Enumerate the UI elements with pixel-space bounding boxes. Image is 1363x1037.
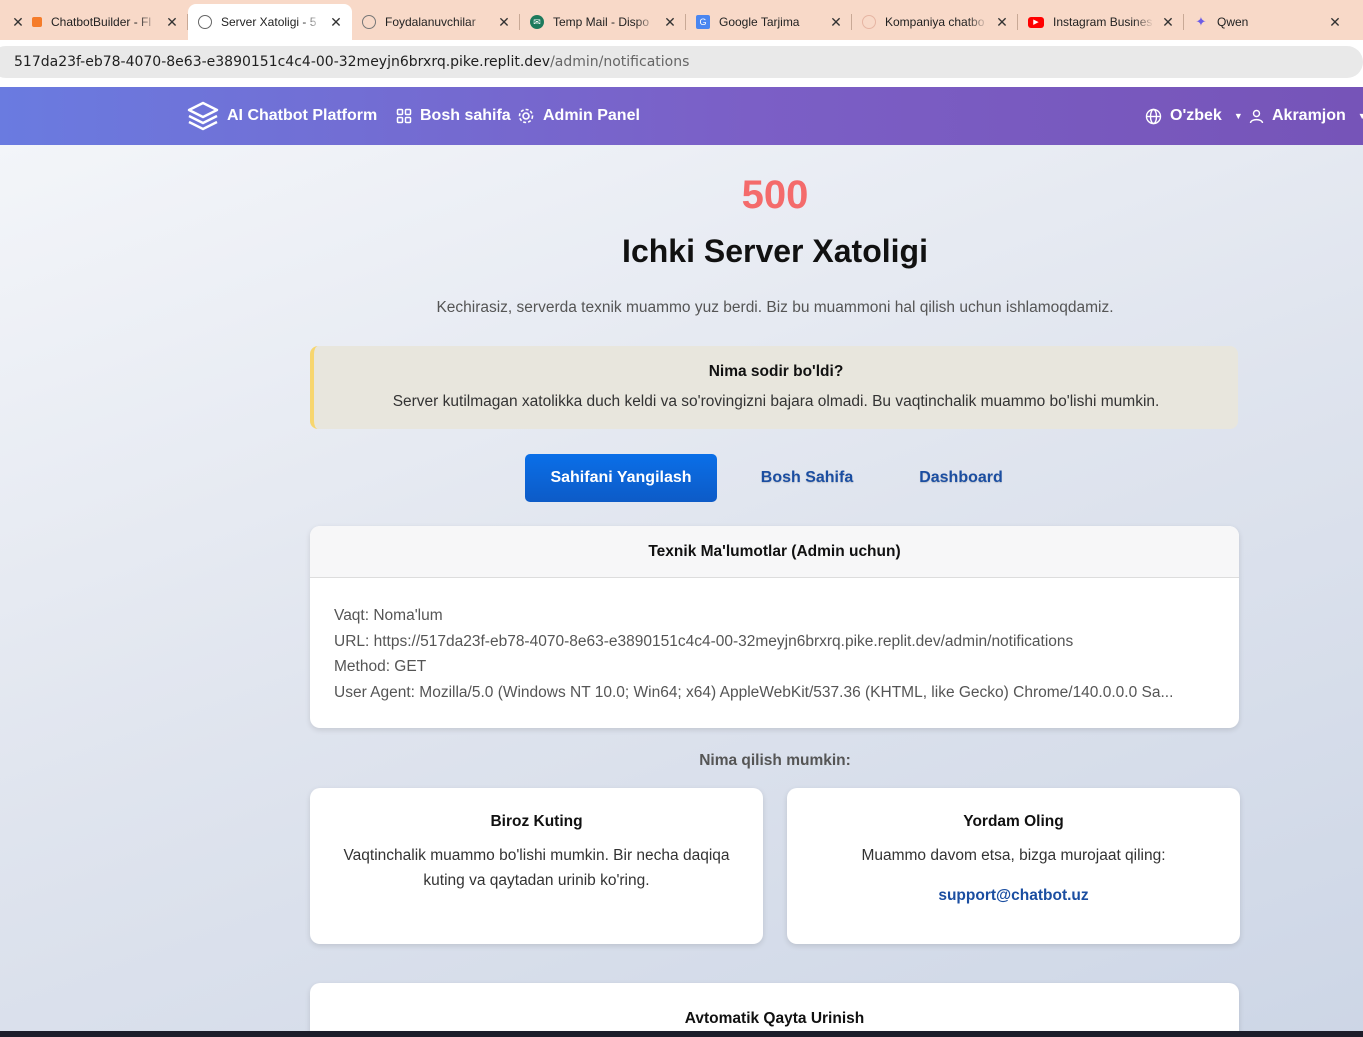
main-content: 500 Ichki Server Xatoligi Kechirasiz, se… <box>0 145 1363 1037</box>
url-path: /admin/notifications <box>550 54 690 70</box>
brand-link[interactable]: AI Chatbot Platform <box>187 87 377 145</box>
close-icon[interactable]: ✕ <box>1327 14 1343 31</box>
error-code: 500 <box>741 173 809 217</box>
gear-icon <box>518 108 534 124</box>
tech-user-agent: User Agent: Mozilla/5.0 (Windows NT 10.0… <box>334 684 1174 701</box>
tech-method: Method: GET <box>334 658 427 675</box>
google-translate-icon: G <box>696 15 710 29</box>
globe-icon <box>198 15 212 29</box>
browser-tab[interactable]: ChatbotBuilder - Fl ✕ <box>22 6 188 38</box>
technical-info-card: Texnik Ma'lumotlar (Admin uchun) Vaqt: N… <box>310 526 1239 728</box>
user-dropdown[interactable]: Akramjon ▼ <box>1249 87 1363 145</box>
browser-tab-active[interactable]: Server Xatoligi - 5 ✕ <box>188 4 352 40</box>
grid-icon <box>396 108 412 124</box>
app-navbar: AI Chatbot Platform Bosh sahifa Admin Pa… <box>0 87 1363 145</box>
alert-text: Server kutilmagan xatolikka duch keldi v… <box>392 393 1160 410</box>
tab-close-partial[interactable]: ✕ <box>0 6 24 38</box>
tab-title: Qwen <box>1217 15 1249 29</box>
youtube-icon: ▶ <box>1028 16 1044 28</box>
tab-title: Kompaniya chatbo <box>885 15 985 29</box>
close-icon[interactable]: ✕ <box>994 14 1010 31</box>
home-link-button[interactable]: Bosh Sahifa <box>740 454 874 502</box>
language-label: O'zbek <box>1170 107 1222 124</box>
browser-tab[interactable]: ✦ Qwen ✕ <box>1184 6 1351 38</box>
dashboard-link-button[interactable]: Dashboard <box>895 454 1027 502</box>
auto-retry-heading: Avtomatik Qayta Urinish <box>684 1010 865 1027</box>
reload-page-button[interactable]: Sahifani Yangilash <box>525 454 717 502</box>
alert-heading: Nima sodir bo'ldi? <box>708 363 844 380</box>
support-title: Yordam Oling <box>963 813 1064 830</box>
browser-tab[interactable]: ▶ Instagram Busines ✕ <box>1018 6 1184 38</box>
browser-tab[interactable]: G Google Tarjima ✕ <box>686 6 852 38</box>
error-description: Kechirasiz, serverda texnik muammo yuz b… <box>436 299 1114 316</box>
tab-title: ChatbotBuilder - Fl <box>51 15 152 29</box>
brand-name: AI Chatbot Platform <box>227 107 378 124</box>
tab-title: Google Tarjima <box>719 15 800 29</box>
user-icon <box>1249 109 1264 123</box>
close-icon[interactable]: ✕ <box>328 14 344 31</box>
tab-title: Foydalanuvchilar <box>385 15 476 29</box>
nav-admin[interactable]: Admin Panel <box>517 87 640 145</box>
support-text: Muammo davom etsa, bizga murojaat qiling… <box>861 847 1166 864</box>
auto-retry-card: Avtomatik Qayta Urinish <box>310 983 1239 1037</box>
taskbar-edge <box>0 1031 1363 1037</box>
qwen-icon: ✦ <box>1195 14 1207 29</box>
browser-tab[interactable]: Foydalanuvchilar ✕ <box>352 6 520 38</box>
close-icon[interactable]: ✕ <box>828 14 844 31</box>
url-field[interactable]: 517da23f-eb78-4070-8e63-e3890151c4c4-00-… <box>0 46 1363 78</box>
close-icon[interactable]: ✕ <box>164 14 180 31</box>
support-email-link[interactable]: support@chatbot.uz <box>787 887 1240 905</box>
layers-icon <box>187 101 219 131</box>
browser-tab-strip: ✕ ChatbotBuilder - Fl ✕ Server Xatoligi … <box>0 0 1363 40</box>
warning-alert: Nima sodir bo'ldi? Server kutilmagan xat… <box>310 346 1238 429</box>
url-host: 517da23f-eb78-4070-8e63-e3890151c4c4-00-… <box>14 54 551 70</box>
openai-icon <box>862 15 876 29</box>
tab-title: Server Xatoligi - 5 <box>221 15 317 29</box>
close-icon[interactable]: ✕ <box>1160 14 1176 31</box>
temp-mail-icon: ✉ <box>530 15 544 29</box>
support-card: Yordam Oling Muammo davom etsa, bizga mu… <box>787 788 1240 944</box>
close-icon[interactable]: ✕ <box>496 14 512 31</box>
tech-time: Vaqt: Noma'lum <box>334 607 443 624</box>
browser-tab[interactable]: Kompaniya chatbo ✕ <box>852 6 1018 38</box>
help-heading: Nima qilish mumkin: <box>699 752 851 769</box>
tech-url: URL: https://517da23f-eb78-4070-8e63-e38… <box>334 633 1074 650</box>
globe-icon <box>362 15 376 29</box>
wait-text: Vaqtinchalik muammo bo'lishi mumkin. Bir… <box>343 847 730 889</box>
chevron-down-icon: ▼ <box>1357 111 1363 121</box>
orange-blocks-icon <box>32 17 42 27</box>
globe-icon <box>1145 108 1162 124</box>
wait-title: Biroz Kuting <box>490 813 583 830</box>
tab-title: Instagram Busines <box>1053 15 1153 29</box>
language-dropdown[interactable]: O'zbek ▼ <box>1145 87 1243 145</box>
tab-title: Temp Mail - Dispo <box>553 15 650 29</box>
nav-admin-label: Admin Panel <box>543 107 640 124</box>
page-title: Ichki Server Xatoligi <box>622 233 928 269</box>
chevron-down-icon: ▼ <box>1233 111 1243 121</box>
nav-home-label: Bosh sahifa <box>420 107 511 124</box>
browser-tab[interactable]: ✉ Temp Mail - Dispo ✕ <box>520 6 686 38</box>
close-icon[interactable]: ✕ <box>662 14 678 31</box>
user-name: Akramjon <box>1272 107 1346 124</box>
address-bar: 517da23f-eb78-4070-8e63-e3890151c4c4-00-… <box>0 40 1363 87</box>
wait-card: Biroz Kuting Vaqtinchalik muammo bo'lish… <box>310 788 763 944</box>
nav-home[interactable]: Bosh sahifa <box>396 87 511 145</box>
technical-info-heading: Texnik Ma'lumotlar (Admin uchun) <box>310 526 1239 578</box>
